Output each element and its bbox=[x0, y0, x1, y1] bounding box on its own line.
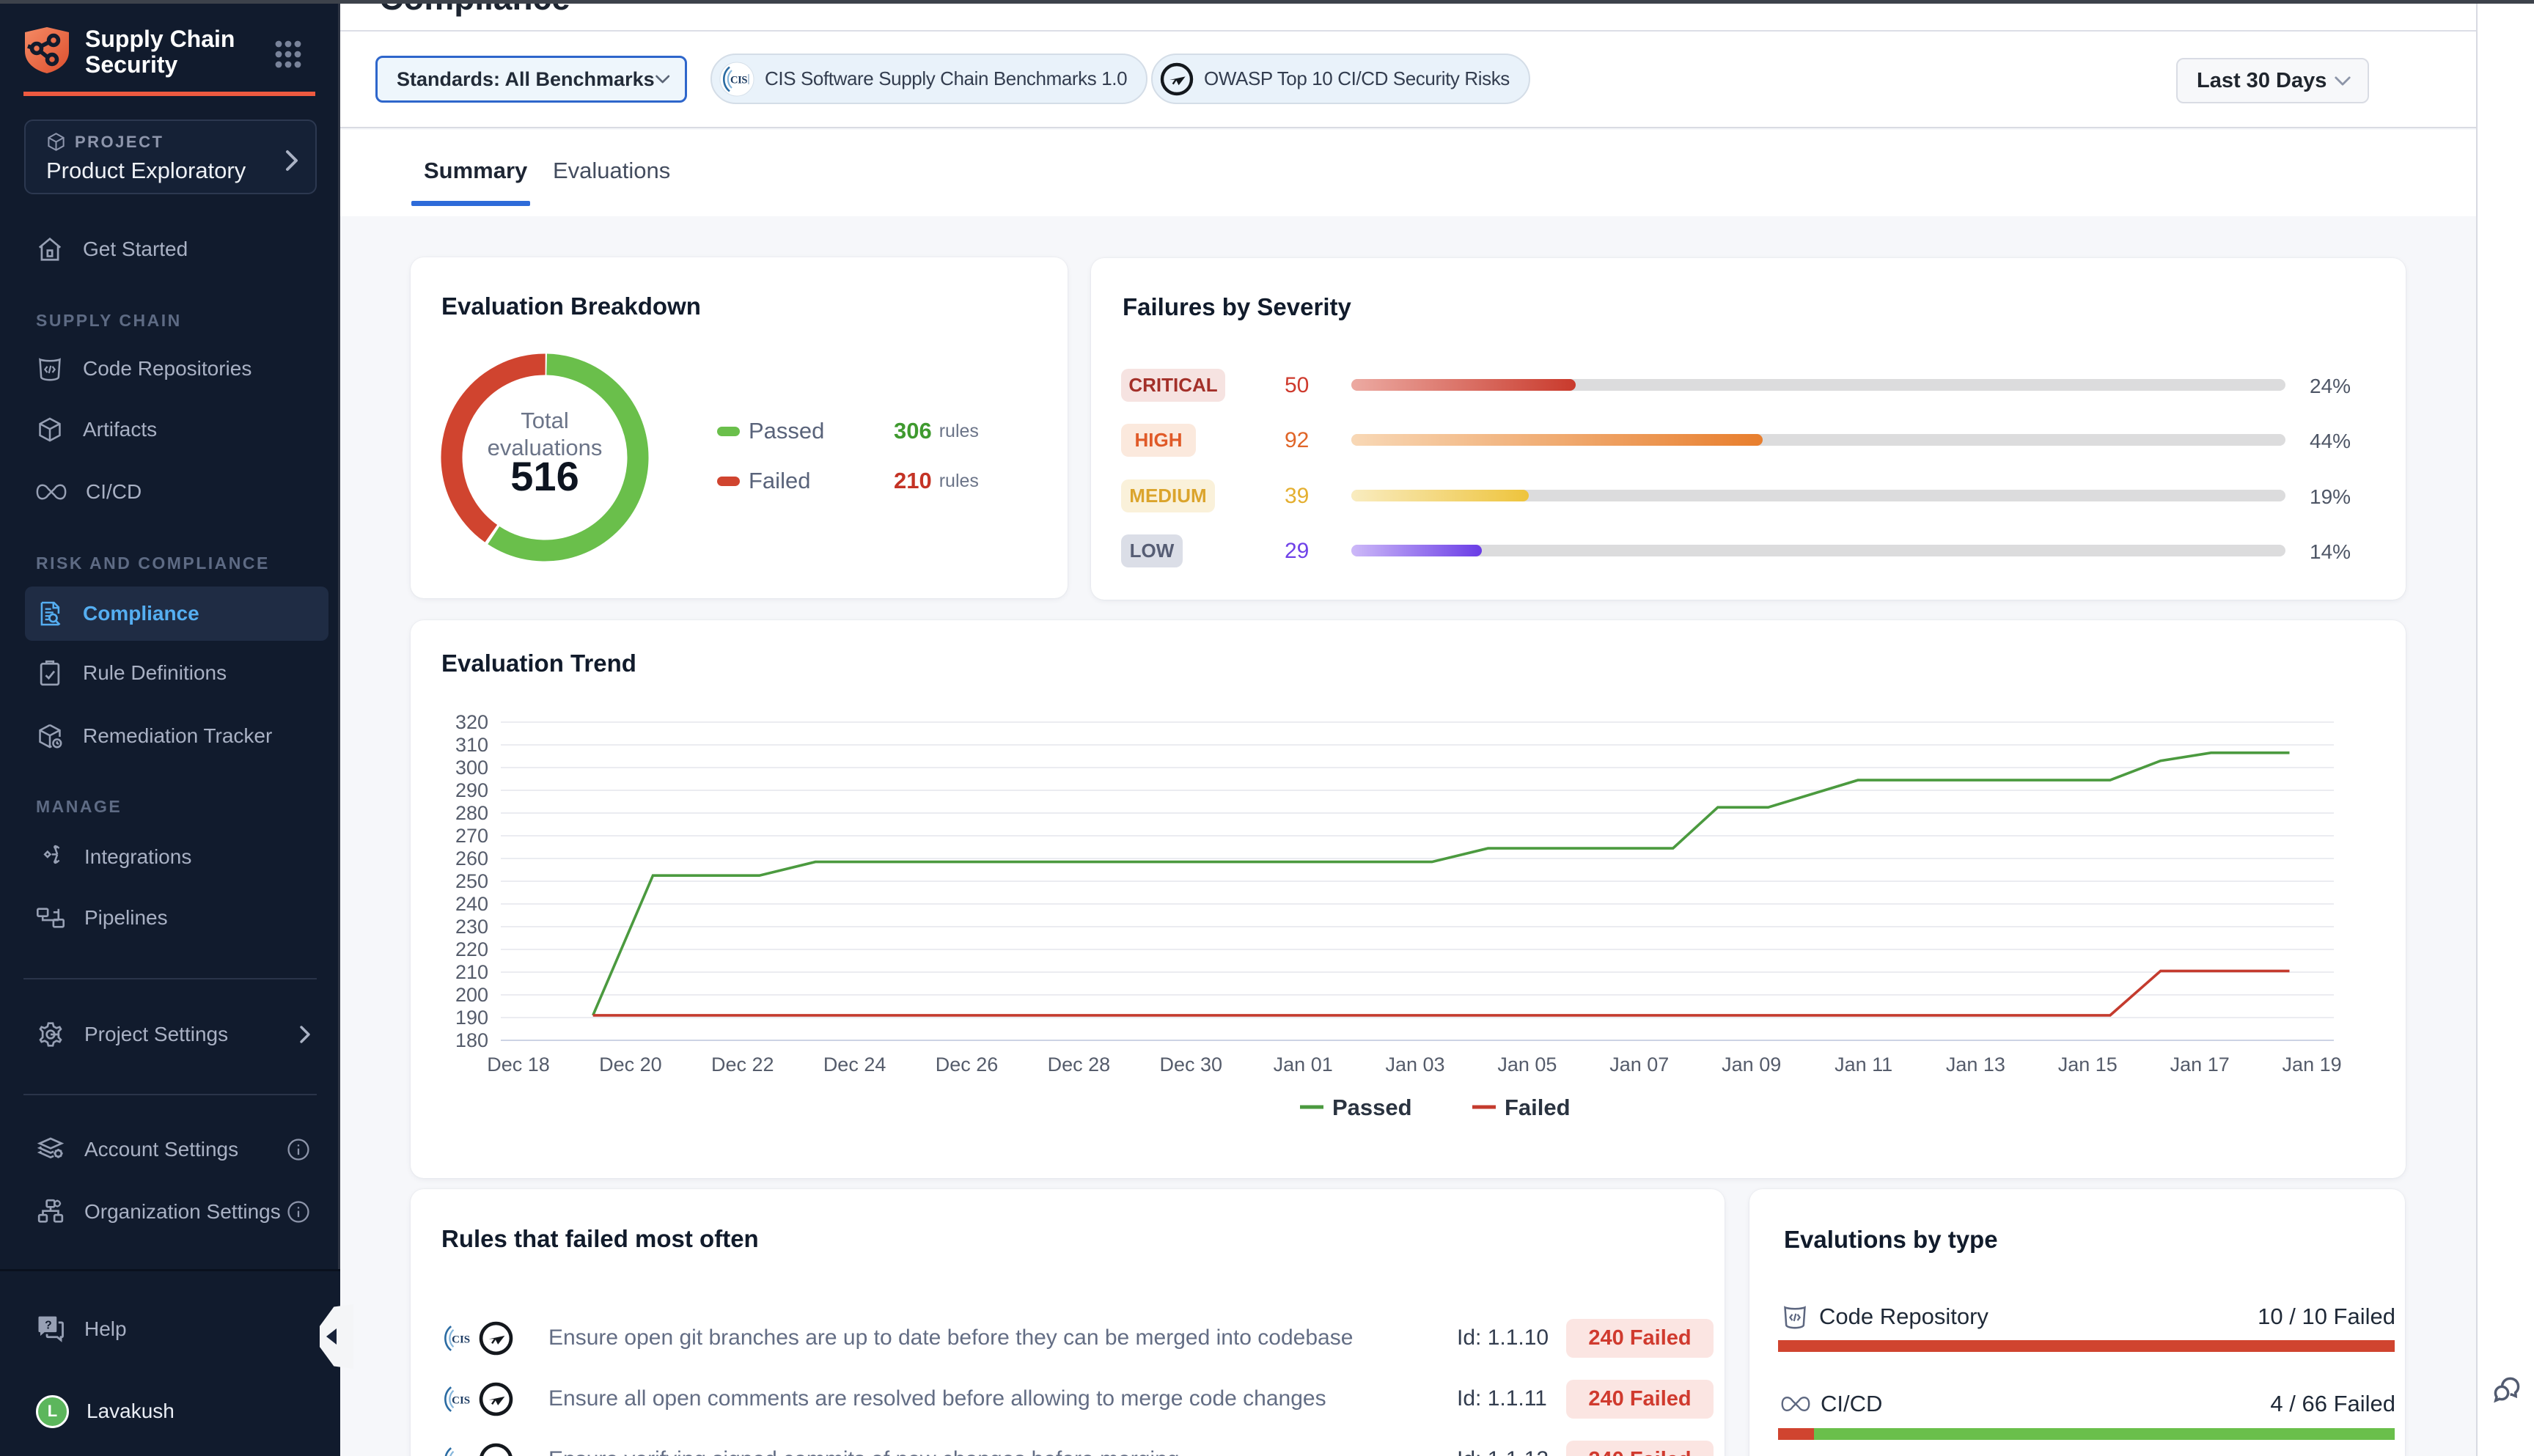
svg-text:Dec 26: Dec 26 bbox=[936, 1054, 999, 1076]
svg-text:210: 210 bbox=[455, 961, 488, 983]
svg-text:230: 230 bbox=[455, 916, 488, 938]
svg-text:200: 200 bbox=[455, 984, 488, 1006]
svg-text:280: 280 bbox=[455, 802, 488, 824]
svg-text:CIS: CIS bbox=[452, 1394, 470, 1406]
svg-text:Jan 01: Jan 01 bbox=[1274, 1054, 1333, 1076]
svg-text:270: 270 bbox=[455, 825, 488, 847]
svg-text:Jan 13: Jan 13 bbox=[1946, 1054, 2005, 1076]
svg-text:260: 260 bbox=[455, 848, 488, 869]
svg-text:320: 320 bbox=[455, 711, 488, 733]
svg-text:310: 310 bbox=[455, 734, 488, 756]
svg-text:220: 220 bbox=[455, 938, 488, 960]
svg-text:Dec 24: Dec 24 bbox=[823, 1054, 886, 1076]
svg-text:180: 180 bbox=[455, 1029, 488, 1051]
svg-text:Dec 18: Dec 18 bbox=[487, 1054, 550, 1076]
svg-text:Jan 17: Jan 17 bbox=[2170, 1054, 2230, 1076]
svg-text:300: 300 bbox=[455, 757, 488, 779]
svg-text:190: 190 bbox=[455, 1007, 488, 1029]
svg-text:Passed: Passed bbox=[1332, 1095, 1412, 1120]
svg-text:Jan 05: Jan 05 bbox=[1497, 1054, 1557, 1076]
svg-text:Dec 28: Dec 28 bbox=[1048, 1054, 1111, 1076]
svg-text:Dec 30: Dec 30 bbox=[1160, 1054, 1223, 1076]
svg-text:Jan 15: Jan 15 bbox=[2058, 1054, 2118, 1076]
svg-text:Jan 03: Jan 03 bbox=[1385, 1054, 1444, 1076]
svg-text:Jan 07: Jan 07 bbox=[1609, 1054, 1669, 1076]
svg-text:240: 240 bbox=[455, 893, 488, 915]
svg-text:CIS: CIS bbox=[452, 1334, 470, 1345]
svg-text:CIS: CIS bbox=[730, 74, 747, 86]
svg-text:Dec 20: Dec 20 bbox=[599, 1054, 662, 1076]
svg-text:290: 290 bbox=[455, 779, 488, 801]
svg-text:Jan 19: Jan 19 bbox=[2283, 1054, 2342, 1076]
svg-text:Jan 11: Jan 11 bbox=[1835, 1054, 1892, 1076]
svg-text:?: ? bbox=[45, 1320, 52, 1332]
svg-text:Jan 09: Jan 09 bbox=[1722, 1054, 1781, 1076]
svg-text:Dec 22: Dec 22 bbox=[711, 1054, 774, 1076]
svg-text:Failed: Failed bbox=[1505, 1095, 1571, 1120]
svg-text:250: 250 bbox=[455, 870, 488, 892]
